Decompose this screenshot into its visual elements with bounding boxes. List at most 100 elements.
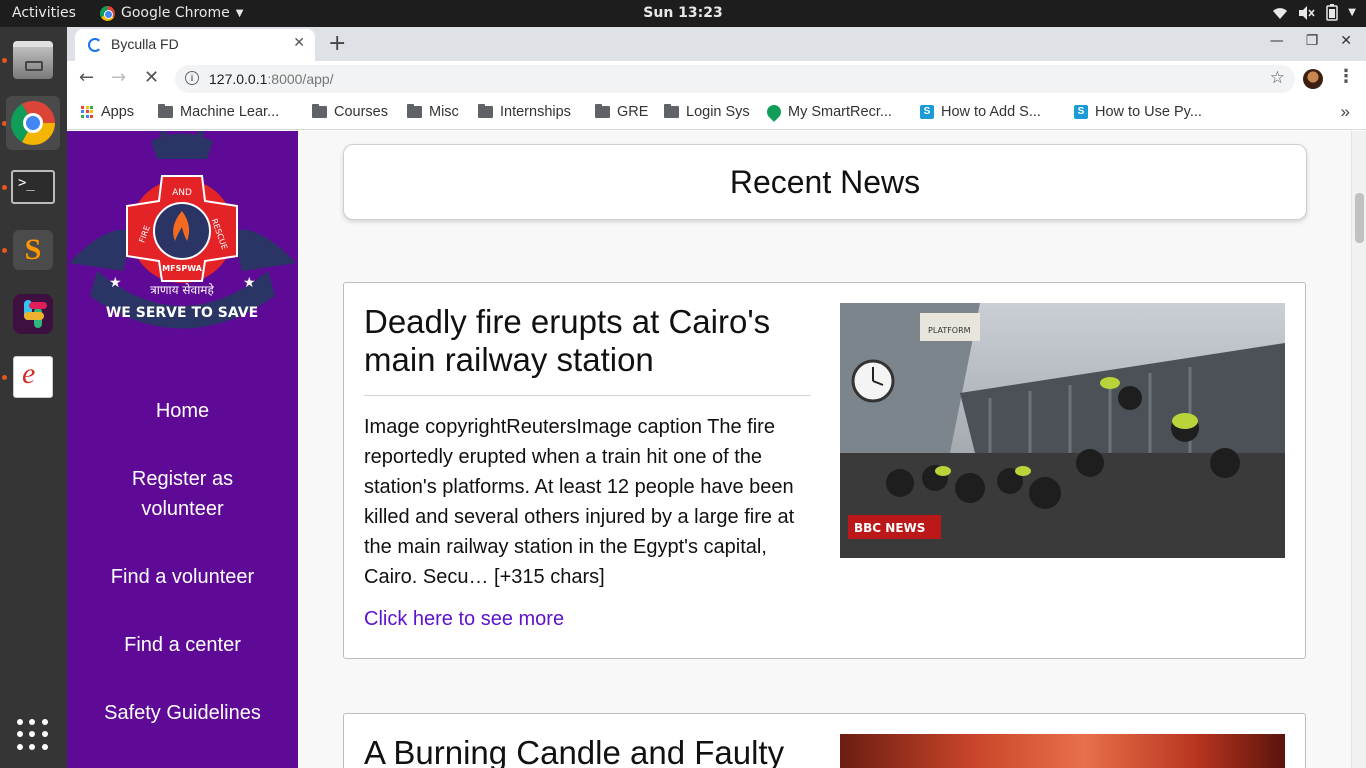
page-title: Recent News	[729, 164, 921, 200]
bookmark-label: Courses	[334, 104, 388, 120]
bookmarks-bar: Apps Machine Lear... Courses Misc Intern…	[67, 97, 1366, 130]
star-icon: ★	[109, 275, 122, 291]
apps-icon	[81, 105, 94, 119]
bookmark-label: Machine Lear...	[180, 104, 280, 120]
slack-launcher[interactable]	[6, 287, 60, 341]
chrome-window: Byculla FD ✕ + — ❐ ✕ ← → ✕ i 127.0.0.1:8…	[67, 27, 1366, 768]
news-card: Deadly fire erupts at Cairo's main railw…	[343, 282, 1306, 659]
page-viewport: AND FIRE RESCUE MFSPWA त्राणाय सेवामहे W…	[67, 131, 1366, 768]
nav-safety-guidelines[interactable]: Safety Guidelines	[67, 698, 298, 728]
system-top-bar: Activities Google Chrome ▼ Sun 13:23 ▼	[0, 0, 1366, 27]
files-launcher[interactable]	[6, 33, 60, 87]
site-s-icon: S	[1074, 105, 1088, 119]
chevron-down-icon: ▼	[235, 7, 244, 19]
bookmark-apps[interactable]: Apps	[81, 104, 134, 120]
minimize-icon[interactable]: —	[1270, 33, 1284, 49]
activities-button[interactable]: Activities	[12, 5, 76, 21]
news-card: A Burning Candle and Faulty	[343, 713, 1306, 768]
tab-title: Byculla FD	[111, 36, 179, 52]
tab-strip: Byculla FD ✕ + — ❐ ✕	[67, 27, 1366, 61]
chrome-icon	[100, 5, 115, 21]
stop-loading-icon[interactable]: ✕	[144, 67, 159, 88]
app-menu[interactable]: Google Chrome ▼	[100, 5, 243, 21]
logo-motto: WE SERVE TO SAVE	[106, 305, 258, 321]
nav-find-center[interactable]: Find a center	[67, 630, 298, 660]
bookmark-label: How to Use Py...	[1095, 104, 1202, 120]
logo-top-text: AND	[172, 188, 192, 198]
bookmark-label: My SmartRecr...	[788, 104, 892, 120]
article-image	[840, 734, 1285, 768]
nav-home[interactable]: Home	[67, 396, 298, 426]
see-more-link[interactable]: Click here to see more	[364, 608, 564, 631]
browser-toolbar: ← → ✕ i 127.0.0.1:8000/app/ ☆ ⋮	[67, 61, 1366, 97]
bbc-news-badge: BBC NEWS	[854, 521, 925, 535]
bookmark-label: Login Sys	[686, 104, 750, 120]
close-window-icon[interactable]: ✕	[1340, 33, 1352, 49]
photo-platform-sign: PLATFORM	[928, 326, 971, 335]
sublime-launcher[interactable]: S	[6, 223, 60, 277]
bookmark-label: Apps	[101, 104, 135, 120]
window-controls: — ❐ ✕	[1270, 33, 1352, 49]
bookmark-folder[interactable]: Internships	[478, 104, 571, 120]
terminal-icon: >_	[11, 170, 55, 204]
chevron-down-icon: ▼	[1348, 7, 1356, 18]
slack-icon	[13, 294, 53, 334]
bookmark-link[interactable]: S How to Use Py...	[1074, 104, 1202, 120]
page-scrollbar[interactable]	[1351, 131, 1366, 768]
sublime-text-icon: S	[13, 230, 53, 270]
folder-icon	[595, 104, 610, 118]
dock: >_ S	[0, 27, 67, 768]
close-tab-icon[interactable]: ✕	[293, 35, 305, 51]
more-vert-icon[interactable]: ⋮	[1337, 66, 1355, 87]
bookmark-link[interactable]: S How to Add S...	[920, 104, 1041, 120]
terminal-launcher[interactable]: >_	[6, 160, 60, 214]
profile-avatar[interactable]	[1303, 69, 1323, 89]
nav-find-volunteer[interactable]: Find a volunteer	[67, 562, 298, 592]
scrollbar-thumb[interactable]	[1355, 193, 1364, 243]
nav-register-volunteer[interactable]: Register as volunteer	[67, 464, 298, 524]
chrome-launcher[interactable]	[6, 96, 60, 150]
info-icon[interactable]: i	[185, 71, 199, 85]
chrome-icon	[11, 101, 55, 145]
news-photo: PLATFORM BBC NEWS	[840, 303, 1285, 558]
star-icon: ★	[243, 275, 256, 291]
fire-rescue-logo: AND FIRE RESCUE MFSPWA त्राणाय सेवामहे W…	[69, 131, 296, 329]
divider	[364, 395, 811, 396]
address-bar[interactable]: i 127.0.0.1:8000/app/ ☆	[175, 65, 1295, 93]
app-menu-label: Google Chrome	[121, 5, 230, 21]
logo-bottom-text: MFSPWA	[162, 264, 203, 273]
forward-arrow-icon[interactable]: →	[111, 67, 126, 88]
bookmark-link[interactable]: My SmartRecr...	[764, 102, 892, 122]
folder-icon	[312, 104, 327, 118]
document-viewer-icon	[13, 356, 53, 398]
bookmark-label: Misc	[429, 104, 459, 120]
clock[interactable]: Sun 13:23	[643, 5, 722, 21]
article-image: PLATFORM BBC NEWS	[840, 303, 1285, 558]
system-tray[interactable]: ▼	[1272, 4, 1356, 21]
folder-icon	[407, 104, 422, 118]
article-title: A Burning Candle and Faulty	[364, 734, 785, 768]
url-path: :8000/app/	[267, 71, 334, 87]
article-body: Image copyrightReutersImage caption The …	[364, 416, 795, 588]
volume-muted-icon	[1299, 5, 1315, 20]
chevron-double-right-icon[interactable]: »	[1341, 102, 1350, 122]
sidebar: AND FIRE RESCUE MFSPWA त्राणाय सेवामहे W…	[67, 131, 298, 768]
bookmark-star-icon[interactable]: ☆	[1270, 68, 1285, 88]
article-title: Deadly fire erupts at Cairo's main railw…	[364, 303, 771, 378]
folder-icon	[158, 104, 173, 118]
bookmark-folder[interactable]: Misc	[407, 104, 459, 120]
tab-active[interactable]: Byculla FD ✕	[75, 29, 315, 61]
bookmark-label: How to Add S...	[941, 104, 1041, 120]
wifi-icon	[1273, 7, 1288, 19]
bookmark-folder[interactable]: GRE	[595, 104, 648, 120]
show-applications-icon[interactable]	[17, 719, 49, 751]
new-tab-button[interactable]: +	[328, 31, 346, 56]
bookmark-folder[interactable]: Courses	[312, 104, 388, 120]
logo-motto-hindi: त्राणाय सेवामहे	[150, 283, 214, 297]
document-viewer-launcher[interactable]	[6, 350, 60, 404]
bookmark-folder[interactable]: Login Sys	[664, 104, 750, 120]
site-s-icon: S	[920, 105, 934, 119]
back-arrow-icon[interactable]: ←	[79, 67, 94, 88]
restore-icon[interactable]: ❐	[1306, 33, 1319, 49]
bookmark-folder[interactable]: Machine Lear...	[158, 104, 279, 120]
